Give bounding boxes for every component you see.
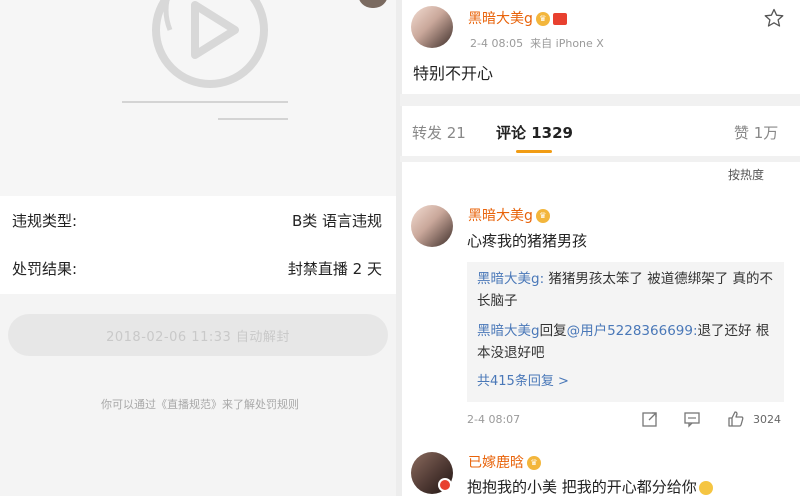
comment-text: 抱抱我的小美 把我的开心都分给你 bbox=[467, 476, 713, 496]
reply-author[interactable]: 黑暗大美g: bbox=[477, 271, 544, 287]
reply-author[interactable]: 黑暗大美g bbox=[477, 323, 540, 339]
sort-by-hot-link[interactable]: 按热度 bbox=[728, 166, 764, 183]
reply-box[interactable]: 黑暗大美g: 猪猪男孩太笨了 被道德绑架了 真的不长脑子 黑暗大美g回复@用户5… bbox=[467, 262, 784, 402]
violation-type-value: B类 语言违规 bbox=[291, 211, 382, 230]
live-placeholder-area bbox=[0, 0, 400, 196]
section-separator bbox=[400, 94, 800, 106]
vip-icon: ♛ bbox=[527, 456, 541, 470]
ban-notice-panel: 违规类型: B类 语言违规 处罚结果: 封禁直播 2 天 2018-02-06 … bbox=[0, 0, 400, 496]
vip-icon: ♛ bbox=[535, 12, 550, 26]
penalty-row: 处罚结果: 封禁直播 2 天 bbox=[12, 244, 382, 292]
avatar-corner bbox=[358, 0, 388, 8]
reply-item: 黑暗大美g: 猪猪男孩太笨了 被道德绑架了 真的不长脑子 bbox=[477, 268, 777, 312]
reply-mention[interactable]: @用户5228366699: bbox=[567, 323, 698, 339]
violation-type-row: 违规类型: B类 语言违规 bbox=[12, 196, 382, 244]
like-count: 3024 bbox=[753, 413, 781, 426]
like-icon[interactable] bbox=[727, 410, 745, 428]
post-source: 来自 iPhone X bbox=[530, 37, 604, 50]
tabs-separator bbox=[400, 156, 800, 162]
post-meta: 2-4 08:05 来自 iPhone X bbox=[470, 35, 604, 51]
tab-repost[interactable]: 转发 21 bbox=[412, 122, 466, 143]
comment-icon[interactable] bbox=[683, 410, 701, 428]
post-tabs: 转发 21 评论 1329 赞 1万 bbox=[400, 110, 800, 156]
penalty-value: 封禁直播 2 天 bbox=[287, 259, 382, 278]
comment-username[interactable]: 黑暗大美g ♛ bbox=[468, 205, 550, 225]
post-avatar[interactable] bbox=[411, 6, 453, 48]
comment-time: 2-4 08:07 bbox=[467, 413, 521, 426]
comment-avatar[interactable] bbox=[411, 205, 453, 247]
official-badge-icon bbox=[438, 478, 452, 492]
rules-note[interactable]: 你可以通过《直播规范》来了解处罚规则 bbox=[0, 396, 400, 412]
share-icon[interactable] bbox=[641, 410, 659, 428]
active-tab-indicator bbox=[516, 150, 552, 153]
more-replies-link[interactable]: 共415条回复 > bbox=[477, 370, 569, 389]
tab-likes[interactable]: 赞 1万 bbox=[734, 122, 778, 143]
panel-divider bbox=[396, 0, 402, 496]
post-text: 特别不开心 bbox=[413, 64, 494, 83]
emoji-icon bbox=[698, 480, 713, 495]
live-play-icon bbox=[152, 0, 268, 88]
violation-type-label: 违规类型: bbox=[12, 211, 78, 230]
comment-text-content: 抱抱我的小美 把我的开心都分给你 bbox=[467, 478, 697, 496]
comment-footer: 2-4 08:07 3024 bbox=[467, 410, 787, 432]
reply-middle: 回复 bbox=[539, 323, 567, 339]
post-username-text[interactable]: 黑暗大美g bbox=[468, 11, 533, 27]
logo-underline bbox=[122, 101, 288, 103]
auto-unban-button[interactable]: 2018-02-06 11:33 自动解封 bbox=[8, 314, 388, 356]
tab-comments[interactable]: 评论 1329 bbox=[496, 122, 573, 143]
violation-info-card: 违规类型: B类 语言违规 处罚结果: 封禁直播 2 天 bbox=[0, 196, 400, 294]
comment-username[interactable]: 已嫁鹿晗 ♛ bbox=[468, 452, 541, 472]
comment-text: 心疼我的猪猪男孩 bbox=[467, 232, 588, 250]
red-envelope-icon bbox=[552, 13, 567, 25]
reply-item: 黑暗大美g回复@用户5228366699:退了还好 根本没退好吧 bbox=[477, 320, 777, 364]
post-time: 2-4 08:05 bbox=[470, 37, 524, 50]
comment-username-text[interactable]: 已嫁鹿晗 bbox=[468, 455, 524, 471]
penalty-label: 处罚结果: bbox=[12, 259, 78, 278]
post-username[interactable]: 黑暗大美g ♛ bbox=[468, 8, 567, 28]
comment-username-text[interactable]: 黑暗大美g bbox=[468, 208, 533, 224]
logo-underline-short bbox=[218, 118, 288, 120]
star-icon[interactable] bbox=[764, 8, 784, 28]
vip-icon: ♛ bbox=[535, 209, 550, 223]
